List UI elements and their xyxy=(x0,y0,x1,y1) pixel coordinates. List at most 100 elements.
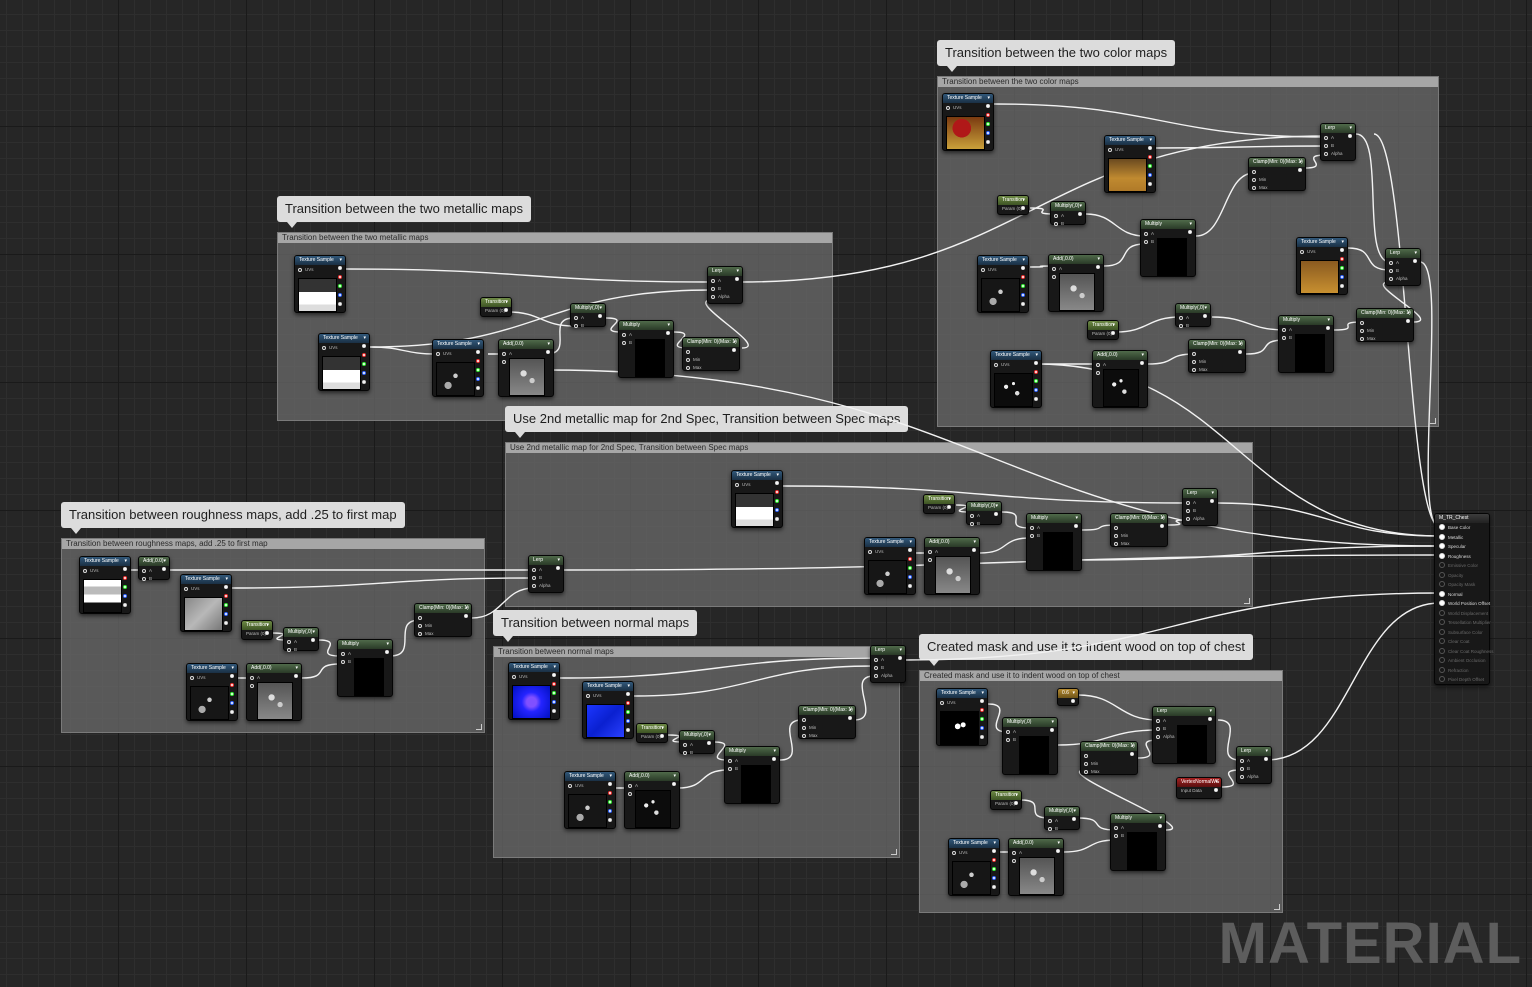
collapse-arrow-icon[interactable]: ▾ xyxy=(1349,125,1352,132)
input-pin-icon[interactable] xyxy=(83,569,87,573)
resize-grip-icon[interactable] xyxy=(891,849,897,855)
input-pin-icon[interactable] xyxy=(574,324,578,328)
collapse-arrow-icon[interactable]: ▾ xyxy=(1072,690,1075,697)
node-title[interactable]: Lerp▾ xyxy=(1183,489,1217,498)
input-pin-icon[interactable] xyxy=(1030,526,1034,530)
output-pin-icon[interactable] xyxy=(224,612,228,616)
output-pin-icon[interactable] xyxy=(980,717,984,721)
output-pin-icon[interactable] xyxy=(1340,266,1344,270)
input-pin-icon[interactable] xyxy=(1156,727,1160,731)
result-pin-world-position-offset[interactable]: World Position Offset xyxy=(1439,599,1490,608)
input-pin-icon[interactable] xyxy=(1054,214,1058,218)
input-pin-icon[interactable] xyxy=(502,352,506,356)
output-pin-icon[interactable] xyxy=(1021,266,1025,270)
collapse-arrow-icon[interactable]: ▾ xyxy=(1022,197,1025,204)
input-pin-icon[interactable] xyxy=(322,346,326,350)
node-title[interactable]: Add(,0.0) ▾ xyxy=(925,538,979,547)
texture-sample-node[interactable]: Texture Sample ▾ UVs xyxy=(294,255,346,313)
material-input-pin-icon[interactable] xyxy=(1439,543,1445,549)
output-pin-icon[interactable] xyxy=(1264,757,1268,761)
result-pin-specular[interactable]: Specular xyxy=(1439,542,1466,551)
collapse-arrow-icon[interactable]: ▾ xyxy=(1341,239,1344,246)
output-pin-icon[interactable] xyxy=(1158,824,1162,828)
input-pin-icon[interactable] xyxy=(341,660,345,664)
output-pin-icon[interactable] xyxy=(1148,182,1152,186)
output-pin-icon[interactable] xyxy=(986,122,990,126)
connection-wire[interactable] xyxy=(1265,602,1441,761)
collapse-arrow-icon[interactable]: ▾ xyxy=(1159,815,1162,822)
transition-parameter-node[interactable]: Transition ▾ Param (0) xyxy=(923,494,955,514)
output-pin-icon[interactable] xyxy=(1096,265,1100,269)
output-pin-icon[interactable] xyxy=(294,674,298,678)
add-node[interactable]: Add(,0.0)▾ AB xyxy=(138,556,170,581)
output-pin-icon[interactable] xyxy=(338,284,342,288)
input-pin-icon[interactable] xyxy=(1186,517,1190,521)
input-pin-icon[interactable] xyxy=(1389,277,1393,281)
output-pin-icon[interactable] xyxy=(224,603,228,607)
input-pin-icon[interactable] xyxy=(868,550,872,554)
result-pin-ambient-occlusion[interactable]: Ambient Occlusion xyxy=(1439,656,1486,665)
output-pin-icon[interactable] xyxy=(1298,168,1302,172)
input-pin-icon[interactable] xyxy=(1324,152,1328,156)
output-pin-icon[interactable] xyxy=(224,594,228,598)
output-pin-icon[interactable] xyxy=(1034,388,1038,392)
clamp-node[interactable]: Clamp(Min: 0)(Max: 1) ▾ Min Max xyxy=(1248,157,1306,191)
collapse-arrow-icon[interactable]: ▾ xyxy=(708,732,711,739)
collapse-arrow-icon[interactable]: ▾ xyxy=(849,707,852,714)
material-input-pin-icon[interactable] xyxy=(1439,600,1445,606)
input-pin-icon[interactable] xyxy=(802,726,806,730)
multiply-node[interactable]: Multiply ▾ A B xyxy=(1278,315,1334,373)
node-title[interactable]: Add(,0.0) ▾ xyxy=(625,772,679,781)
texture-sample-node[interactable]: Texture Sample ▾ UVs xyxy=(977,255,1029,313)
collapse-arrow-icon[interactable]: ▾ xyxy=(1299,159,1302,166)
output-pin-icon[interactable] xyxy=(123,567,127,571)
collapse-arrow-icon[interactable]: ▾ xyxy=(776,472,779,479)
input-pin-icon[interactable] xyxy=(1114,834,1118,838)
comment-bubble-color[interactable]: Transition between the two color maps xyxy=(937,40,1176,72)
collapse-arrow-icon[interactable]: ▾ xyxy=(993,840,996,847)
node-title[interactable]: Transition ▾ xyxy=(924,495,954,504)
texture-sample-node[interactable]: Texture Sample ▾ UVs xyxy=(731,470,783,528)
lerp-node[interactable]: Lerp▾ AB Alpha xyxy=(1182,488,1218,526)
clamp-node[interactable]: Clamp(Min: 0)(Max: 1) ▾ Min Max xyxy=(1356,308,1414,342)
comment-box-header[interactable]: Transition between the two metallic maps xyxy=(278,233,832,243)
input-pin-icon[interactable] xyxy=(1108,148,1112,152)
input-pin-icon[interactable] xyxy=(711,295,715,299)
collapse-arrow-icon[interactable]: ▾ xyxy=(609,773,612,780)
output-pin-icon[interactable] xyxy=(772,757,776,761)
output-pin-icon[interactable] xyxy=(476,359,480,363)
input-pin-icon[interactable] xyxy=(1240,767,1244,771)
node-title[interactable]: Multiply(,0) ▾ xyxy=(571,304,605,313)
input-pin-icon[interactable] xyxy=(622,333,626,337)
output-pin-icon[interactable] xyxy=(1148,146,1152,150)
input-pin-icon[interactable] xyxy=(1114,526,1118,530)
input-pin-icon[interactable] xyxy=(711,287,715,291)
comment-bubble-metallic[interactable]: Transition between the two metallic maps xyxy=(277,196,531,228)
clamp-node[interactable]: Clamp(Min: 0)(Max: 1) ▾ Min Max xyxy=(414,603,472,637)
material-input-pin-icon[interactable] xyxy=(1439,552,1445,559)
output-pin-icon[interactable] xyxy=(311,638,315,642)
result-node-title[interactable]: M_TR_Chest xyxy=(1435,514,1489,523)
multiply-param-node[interactable]: Multiply(,0) ▾ A B xyxy=(283,627,319,652)
multiply-node[interactable]: Multiply ▾ A B xyxy=(337,639,393,697)
collapse-arrow-icon[interactable]: ▾ xyxy=(1149,137,1152,144)
input-pin-icon[interactable] xyxy=(1282,336,1286,340)
material-input-pin-icon[interactable] xyxy=(1439,533,1445,540)
output-pin-icon[interactable] xyxy=(338,302,342,306)
node-title[interactable]: Lerp▾ xyxy=(529,556,563,565)
output-pin-icon[interactable] xyxy=(1072,817,1076,821)
input-pin-icon[interactable] xyxy=(142,577,146,581)
node-title[interactable]: Texture Sample ▾ xyxy=(295,256,345,265)
multiply-node[interactable]: Multiply ▾ A B xyxy=(1026,513,1082,571)
output-pin-icon[interactable] xyxy=(775,490,779,494)
input-pin-icon[interactable] xyxy=(502,360,506,364)
clamp-node[interactable]: Clamp(Min: 0)(Max: 1) ▾ Min Max xyxy=(1080,741,1138,775)
node-title[interactable]: Transition ▾ xyxy=(1088,321,1118,330)
input-pin-icon[interactable] xyxy=(802,734,806,738)
input-pin-icon[interactable] xyxy=(1048,819,1052,823)
lerp-node[interactable]: Lerp▾ AB Alpha xyxy=(1152,706,1216,764)
node-title[interactable]: Lerp▾ xyxy=(708,267,742,276)
vertex-normal-node[interactable]: VertexNormalWS ▾ Input Data xyxy=(1176,777,1222,799)
texture-sample-node[interactable]: Texture Sample ▾ UVs xyxy=(1296,237,1348,295)
output-pin-icon[interactable] xyxy=(362,371,366,375)
